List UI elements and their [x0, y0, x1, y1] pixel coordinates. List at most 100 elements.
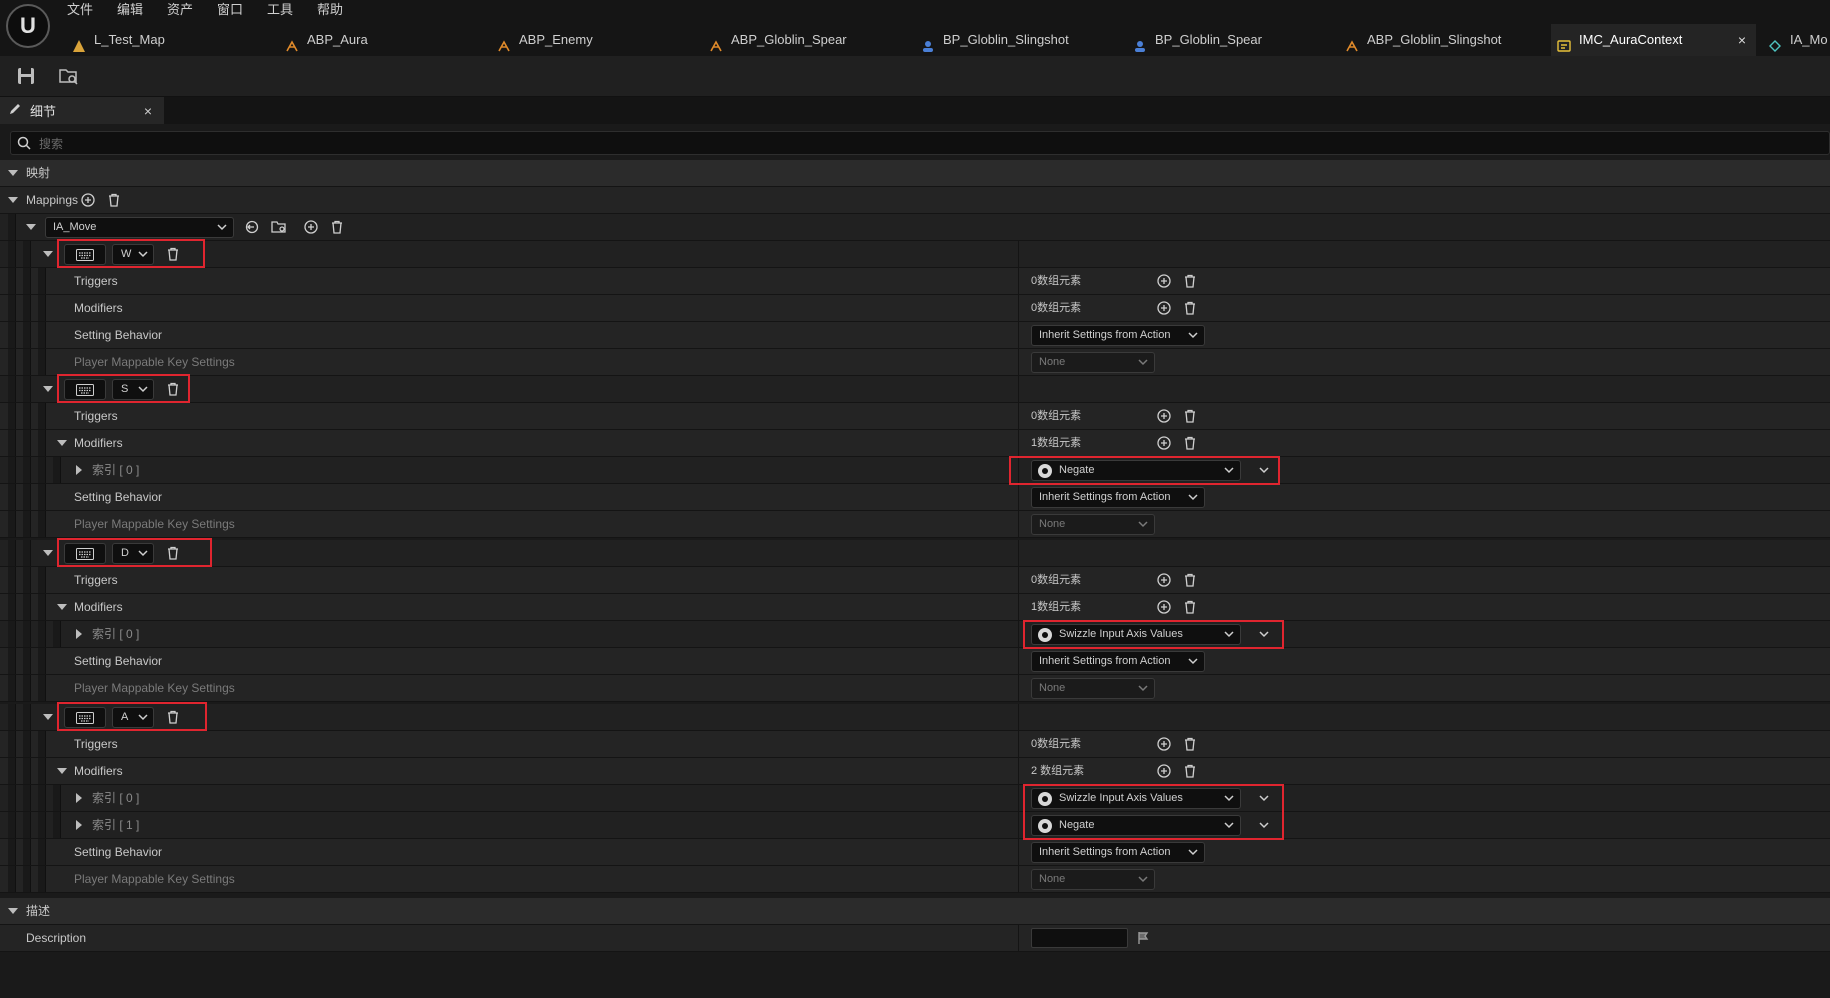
delete-triggers-icon[interactable]	[1181, 272, 1199, 290]
tab-l-test-map[interactable]: L_Test_Map	[72, 24, 277, 56]
category-mappings[interactable]: 映射	[0, 160, 1830, 187]
add-element-icon[interactable]	[79, 191, 97, 209]
localization-flag-icon[interactable]	[1134, 929, 1152, 947]
add-modifier-icon[interactable]	[1155, 434, 1173, 452]
tab-bp-globlin-slingshot[interactable]: BP_Globlin_Slingshot	[921, 24, 1121, 56]
expand-arrow-icon[interactable]	[76, 465, 82, 475]
expand-arrow-icon[interactable]	[8, 170, 18, 176]
expand-arrow-icon[interactable]	[57, 768, 67, 774]
highlight-box	[1009, 456, 1280, 485]
add-trigger-icon[interactable]	[1155, 272, 1173, 290]
tab-bp-globlin-spear[interactable]: BP_Globlin_Spear	[1133, 24, 1333, 56]
delete-modifiers-icon[interactable]	[1181, 762, 1199, 780]
expand-arrow-icon[interactable]	[26, 224, 36, 230]
category-description[interactable]: 描述	[0, 898, 1830, 925]
tab-ia-move[interactable]: IA_Mo	[1768, 24, 1830, 56]
input-mapping-icon	[1557, 33, 1571, 52]
expand-arrow-icon[interactable]	[57, 604, 67, 610]
player-mappable-dropdown[interactable]: None	[1031, 352, 1155, 373]
menu-tools[interactable]: 工具	[267, 0, 293, 20]
expand-arrow-icon[interactable]	[76, 820, 82, 830]
expand-arrow-icon[interactable]	[43, 386, 53, 392]
tab-abp-enemy[interactable]: ABP_Enemy	[497, 24, 697, 56]
chevron-down-icon	[1138, 515, 1148, 541]
delete-triggers-icon[interactable]	[1181, 571, 1199, 589]
modifiers-row: Modifiers 0数组元素	[0, 295, 1830, 322]
expand-arrow-icon[interactable]	[76, 793, 82, 803]
tab-imc-auracontext[interactable]: IMC_AuraContext ×	[1551, 24, 1756, 56]
expand-arrow-icon[interactable]	[57, 440, 67, 446]
expand-arrow-icon[interactable]	[43, 251, 53, 257]
add-modifier-icon[interactable]	[1155, 762, 1173, 780]
modifiers-row: Modifiers 2 数组元素	[0, 758, 1830, 785]
triggers-row: Triggers 0数组元素	[0, 567, 1830, 594]
delete-icon[interactable]	[328, 218, 346, 236]
setting-behavior-dropdown[interactable]: Inherit Settings from Action	[1031, 651, 1205, 672]
search-input[interactable]: 搜索	[10, 131, 1830, 155]
highlight-box	[57, 374, 190, 403]
add-modifier-icon[interactable]	[1155, 299, 1173, 317]
browse-asset-icon[interactable]	[55, 62, 83, 90]
menu-edit[interactable]: 编辑	[117, 0, 143, 20]
add-trigger-icon[interactable]	[1155, 407, 1173, 425]
highlight-box	[57, 239, 205, 268]
panel-close-icon[interactable]: ×	[144, 103, 152, 119]
delete-triggers-icon[interactable]	[1181, 735, 1199, 753]
setting-behavior-dropdown[interactable]: Inherit Settings from Action	[1031, 487, 1205, 508]
add-element-icon[interactable]	[302, 218, 320, 236]
tab-close-icon[interactable]: ×	[1738, 24, 1746, 56]
expand-arrow-icon[interactable]	[8, 197, 18, 203]
browse-folder-icon[interactable]	[270, 218, 288, 236]
setting-behavior-row: Setting Behavior Inherit Settings from Ac…	[0, 648, 1830, 675]
add-modifier-icon[interactable]	[1155, 598, 1173, 616]
description-input[interactable]	[1031, 928, 1128, 948]
add-trigger-icon[interactable]	[1155, 571, 1173, 589]
pencil-icon	[8, 102, 24, 119]
delete-triggers-icon[interactable]	[1181, 407, 1199, 425]
modifiers-row: Modifiers 1数组元素	[0, 594, 1830, 621]
menu-assets[interactable]: 资产	[167, 0, 193, 20]
tab-abp-aura[interactable]: ABP_Aura	[285, 24, 485, 56]
details-panel-tab[interactable]: 细节 ×	[0, 97, 164, 124]
expand-arrow-icon[interactable]	[43, 550, 53, 556]
modifier-index-row: 索引 [ 0 ] Negate	[0, 457, 1830, 484]
expand-arrow-icon[interactable]	[43, 714, 53, 720]
setting-behavior-row: Setting Behavior Inherit Settings from Ac…	[0, 484, 1830, 511]
expand-arrow-icon[interactable]	[76, 629, 82, 639]
toolbar	[0, 56, 1830, 97]
tab-abp-globlin-slingshot[interactable]: ABP_Globlin_Slingshot	[1345, 24, 1545, 56]
expand-arrow-icon[interactable]	[8, 908, 18, 914]
add-trigger-icon[interactable]	[1155, 735, 1173, 753]
unreal-logo-icon[interactable]: U	[6, 4, 50, 48]
anim-blueprint-icon	[497, 33, 511, 52]
property-grid: 映射 Mappings IA_Move W Triggers 0数组元素 Modifi…	[0, 160, 1830, 955]
player-mappable-row: Player Mappable Key Settings None	[0, 675, 1830, 702]
player-mappable-dropdown[interactable]: None	[1031, 678, 1155, 699]
player-mappable-dropdown[interactable]: None	[1031, 869, 1155, 890]
panel-tab-bar	[0, 97, 1830, 124]
highlight-box	[57, 538, 212, 567]
delete-modifiers-icon[interactable]	[1181, 299, 1199, 317]
menu-window[interactable]: 窗口	[217, 0, 243, 20]
player-mappable-dropdown[interactable]: None	[1031, 514, 1155, 535]
chevron-down-icon	[1138, 679, 1148, 705]
save-icon[interactable]	[12, 62, 40, 90]
triggers-row: Triggers 0数组元素	[0, 268, 1830, 295]
key-mapping-row-w: W	[0, 239, 1830, 268]
highlight-box	[57, 702, 207, 731]
delete-all-icon[interactable]	[105, 191, 123, 209]
setting-behavior-dropdown[interactable]: Inherit Settings from Action	[1031, 842, 1205, 863]
setting-behavior-dropdown[interactable]: Inherit Settings from Action	[1031, 325, 1205, 346]
triggers-row: Triggers 0数组元素	[0, 731, 1830, 758]
tab-abp-globlin-spear[interactable]: ABP_Globlin_Spear	[709, 24, 909, 56]
delete-modifiers-icon[interactable]	[1181, 598, 1199, 616]
input-action-dropdown[interactable]: IA_Move	[45, 217, 234, 238]
reset-icon[interactable]	[243, 218, 261, 236]
chevron-down-icon	[1138, 870, 1148, 896]
player-mappable-row: Player Mappable Key Settings None	[0, 511, 1830, 538]
menu-help[interactable]: 帮助	[317, 0, 343, 20]
menu-file[interactable]: 文件	[67, 0, 93, 20]
delete-modifiers-icon[interactable]	[1181, 434, 1199, 452]
blueprint-icon	[921, 33, 935, 52]
setting-behavior-row: Setting Behavior Inherit Settings from Ac…	[0, 322, 1830, 349]
